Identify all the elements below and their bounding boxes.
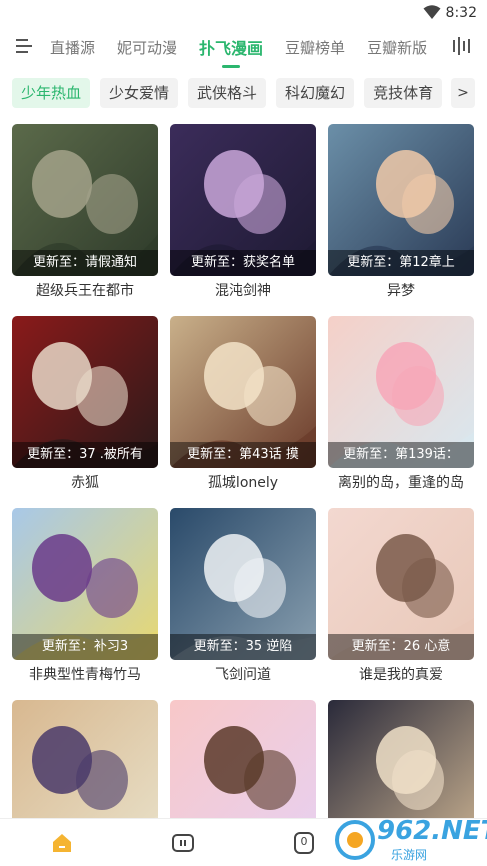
tab-live-source[interactable]: 直播源 (50, 37, 95, 58)
nav-tabs: 直播源 妮可动漫 扑飞漫画 豆瓣榜单 豆瓣新版 (50, 26, 440, 68)
comic-update-label: 更新至：35 逆陷 (170, 634, 316, 660)
top-nav: 直播源 妮可动漫 扑飞漫画 豆瓣榜单 豆瓣新版 (0, 26, 487, 68)
comic-title[interactable]: 飞剑问道 (170, 664, 316, 684)
category-bar: 少年热血 少女爱情 武侠格斗 科幻魔幻 竞技体育 > (0, 76, 487, 112)
comic-update-label: 更新至：26 心意 (328, 634, 474, 660)
comic-cover[interactable]: 更新至：第43话 摸 (170, 316, 316, 468)
comic-cover[interactable]: 更新至：请假通知 (12, 124, 158, 276)
comic-card[interactable]: 更新至：第43话 摸孤城lonely (170, 316, 316, 492)
comic-cover[interactable]: 更新至：补习3 (12, 508, 158, 660)
comic-cover[interactable]: 更新至：第139话： (328, 316, 474, 468)
comic-card[interactable]: 更新至：37 .被所有赤狐 (12, 316, 158, 492)
comic-update-label: 更新至：获奖名单 (170, 250, 316, 276)
tab-douban-new[interactable]: 豆瓣新版 (367, 37, 427, 58)
comic-cover[interactable]: 更新至：37 .被所有 (12, 316, 158, 468)
comic-title[interactable]: 赤狐 (12, 472, 158, 492)
home-icon[interactable] (50, 831, 74, 855)
comic-cover[interactable]: 更新至：35 逆陷 (170, 508, 316, 660)
comic-update-label: 更新至：第12章上 (328, 250, 474, 276)
comic-update-label: 更新至：第139话： (328, 442, 474, 468)
category-more-button[interactable]: > (451, 78, 475, 108)
comic-update-label: 更新至：第43话 摸 (170, 442, 316, 468)
category-chip-sports[interactable]: 竞技体育 (364, 78, 443, 108)
comic-card[interactable]: 更新至：第12章上异梦 (328, 124, 474, 300)
tab-douban-chart[interactable]: 豆瓣榜单 (285, 37, 345, 58)
comic-title[interactable]: 非典型性青梅竹马 (12, 664, 158, 684)
comic-card[interactable]: 更新至：获奖名单混沌剑神 (170, 124, 316, 300)
comic-update-label: 更新至：37 .被所有 (12, 442, 158, 468)
comic-title[interactable]: 谁是我的真爱 (328, 664, 474, 684)
comic-card[interactable]: 更新至：补习3 非典型性青梅竹马 (12, 508, 158, 684)
tab-pufei-manga[interactable]: 扑飞漫画 (199, 35, 263, 68)
category-chip-shoujo[interactable]: 少女爱情 (100, 78, 179, 108)
wifi-icon (423, 5, 441, 19)
watermark-emblem-icon (335, 820, 375, 860)
comic-card[interactable]: 更新至：26 心意谁是我的真爱 (328, 508, 474, 684)
category-chip-wuxia[interactable]: 武侠格斗 (188, 78, 267, 108)
comic-card[interactable]: 更新至：35 逆陷飞剑问道 (170, 508, 316, 684)
comic-update-label: 更新至：补习3 (12, 634, 158, 660)
category-chip-shonen[interactable]: 少年热血 (12, 78, 91, 108)
comic-title[interactable]: 孤城lonely (170, 472, 316, 492)
menu-icon[interactable] (14, 36, 34, 56)
status-bar: 8:32 (0, 0, 487, 26)
comic-cover[interactable]: 更新至：26 心意 (328, 508, 474, 660)
comic-title[interactable]: 混沌剑神 (170, 280, 316, 300)
comic-cover[interactable]: 更新至：第12章上 (328, 124, 474, 276)
zero-badge-icon[interactable]: 0 (292, 831, 316, 855)
bar-chart-icon[interactable] (451, 36, 471, 56)
comic-title[interactable]: 异梦 (328, 280, 474, 300)
comic-card[interactable]: 更新至：请假通知超级兵王在都市 (12, 124, 158, 300)
pause-icon[interactable] (171, 831, 195, 855)
comic-card[interactable]: 更新至：第139话： 离别的岛，重逢的岛 (328, 316, 474, 492)
comic-title[interactable]: 超级兵王在都市 (12, 280, 158, 300)
category-chip-scifi[interactable]: 科幻魔幻 (276, 78, 355, 108)
watermark-sub-text: 乐游网 (391, 848, 428, 862)
watermark-main-text: 962.NET (377, 816, 487, 846)
tab-nico-anime[interactable]: 妮可动漫 (117, 37, 177, 58)
category-chips: 少年热血 少女爱情 武侠格斗 科幻魔幻 竞技体育 (12, 78, 452, 110)
comic-update-label: 更新至：请假通知 (12, 250, 158, 276)
watermark-logo: 962.NET 乐游网 (331, 814, 487, 866)
zero-badge-label: 0 (300, 835, 308, 848)
comic-cover[interactable]: 更新至：获奖名单 (170, 124, 316, 276)
comic-title[interactable]: 离别的岛，重逢的岛 (328, 472, 474, 492)
status-time: 8:32 (445, 5, 477, 21)
